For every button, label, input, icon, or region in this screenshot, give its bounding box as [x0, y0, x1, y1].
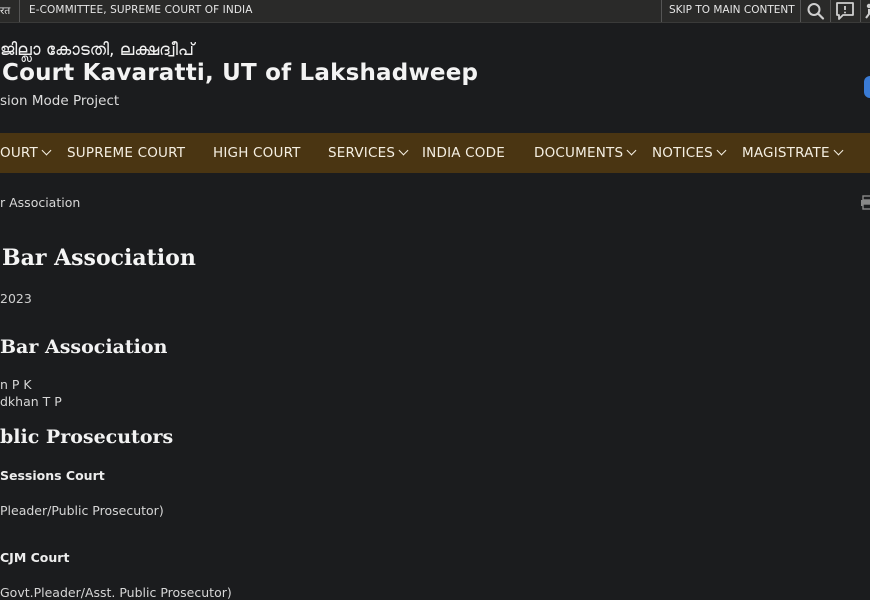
page-date: 2023: [0, 291, 32, 306]
divider: [830, 0, 831, 22]
gov-india-label[interactable]: रत: [0, 4, 10, 18]
nav-item-label: INDIA CODE: [422, 145, 505, 161]
nav-item-label: MAGISTRATE: [742, 145, 830, 161]
search-icon: [807, 3, 825, 20]
nav-item-label: HIGH COURT: [213, 145, 301, 161]
chevron-down-icon: [626, 145, 637, 156]
nav-item-supreme-court[interactable]: SUPREME COURT: [67, 133, 185, 173]
subheading-cjm-court: CJM Court: [0, 550, 70, 565]
chevron-down-icon: [833, 145, 844, 156]
nav-item-label: DOCUMENTS: [534, 145, 624, 161]
accessibility-button[interactable]: [863, 3, 870, 19]
divider: [860, 0, 861, 22]
print-icon: [861, 195, 870, 210]
nav-item-documents[interactable]: DOCUMENTS: [534, 133, 637, 173]
divider: [661, 0, 662, 22]
nav-item-india-code[interactable]: INDIA CODE: [422, 133, 505, 173]
nav-item-label: NOTICES: [652, 145, 713, 161]
ecommittee-link[interactable]: E-COMMITTEE, SUPREME COURT OF INDIA: [29, 4, 253, 16]
feedback-icon: [836, 2, 854, 20]
chevron-down-icon: [41, 145, 52, 156]
nav-item-district-court[interactable]: OURT: [0, 133, 52, 173]
member-name: dkhan T P: [0, 394, 62, 409]
divider: [800, 0, 801, 22]
section-heading-public-prosecutors: blic Prosecutors: [0, 426, 174, 448]
nav-item-label: SUPREME COURT: [67, 145, 186, 161]
nav-item-notices[interactable]: NOTICES: [652, 133, 727, 173]
page-title: Bar Association: [2, 245, 196, 271]
nav-item-high-court[interactable]: HIGH COURT: [213, 133, 301, 173]
search-button[interactable]: [805, 1, 827, 21]
chevron-down-icon: [398, 145, 409, 156]
court-name-malayalam: ജില്ലാ കോടതി, ലക്ഷദ്വീപ്: [0, 40, 194, 60]
court-name-title[interactable]: Court Kavaratti, UT of Lakshadweep: [2, 60, 478, 86]
skip-to-main-content-link[interactable]: SKIP TO MAIN CONTENT: [669, 4, 795, 16]
main-navigation: OURT SUPREME COURT HIGH COURT SERVICES I…: [0, 133, 870, 173]
nav-item-label: SERVICES: [328, 145, 396, 161]
nav-item-magistrate[interactable]: MAGISTRATE: [742, 133, 844, 173]
feedback-button[interactable]: [834, 1, 856, 21]
divider: [19, 0, 20, 22]
prosecutor-role: Pleader/Public Prosecutor): [0, 503, 164, 518]
chevron-down-icon: [716, 145, 727, 156]
top-utility-bar: रत E-COMMITTEE, SUPREME COURT OF INDIA S…: [0, 0, 870, 23]
member-name: n P K: [0, 377, 32, 392]
mission-mode-tagline: sion Mode Project: [0, 93, 120, 109]
subheading-sessions-court: Sessions Court: [0, 468, 105, 483]
section-heading-bar-association: Bar Association: [0, 336, 168, 358]
breadcrumb: r Association: [0, 195, 81, 210]
emblem-logo: [864, 76, 870, 98]
prosecutor-role: Govt.Pleader/Asst. Public Prosecutor): [0, 585, 232, 600]
print-button[interactable]: [860, 194, 870, 210]
accessibility-icon: [865, 3, 870, 19]
nav-item-services[interactable]: SERVICES: [328, 133, 409, 173]
nav-item-label: OURT: [0, 145, 38, 161]
